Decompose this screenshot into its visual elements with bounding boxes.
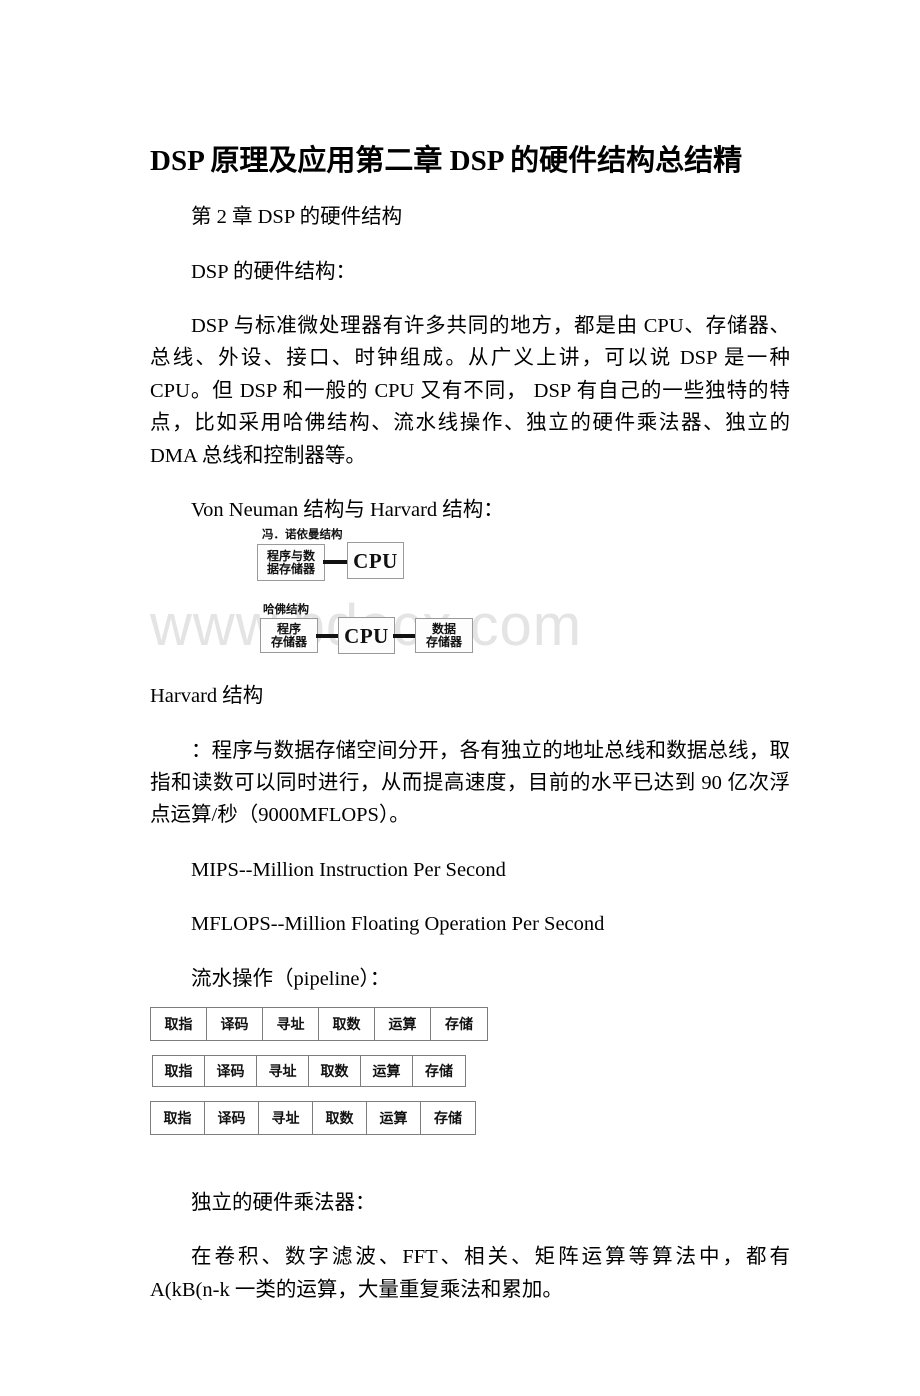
pipeline-stage-cell: 寻址 bbox=[259, 1101, 313, 1134]
von-neumann-bus-line bbox=[323, 560, 349, 565]
von-neumann-memory-box: 程序与数 据存储器 bbox=[257, 544, 325, 582]
pipeline-heading: 流水操作（pipeline）： bbox=[191, 967, 391, 990]
section-heading-von-neumann-harvard: Von Neuman 结构与 Harvard 结构： bbox=[191, 498, 504, 521]
von-neumann-cpu-box: CPU bbox=[347, 542, 404, 580]
pipeline-stage-cell: 取指 bbox=[151, 1101, 205, 1134]
document-content: DSP 原理及应用第二章 DSP 的硬件结构总结精 第 2 章 DSP 的硬件结… bbox=[150, 0, 790, 1396]
pipeline-stage-cell: 取指 bbox=[151, 1007, 207, 1040]
pipeline-stage-cell: 译码 bbox=[205, 1101, 259, 1134]
pipeline-stage-cell: 取数 bbox=[309, 1055, 361, 1086]
architecture-figure: 冯．诺依曼结构 程序与数 据存储器 CPU 哈佛结构 程序 存储器 CPU 数据… bbox=[150, 526, 790, 674]
harvard-caption: 哈佛结构 bbox=[263, 602, 309, 617]
von-neumann-caption: 冯．诺依曼结构 bbox=[262, 527, 343, 542]
mflops-definition: MFLOPS--Million Floating Operation Per S… bbox=[191, 913, 605, 936]
pipeline-stage-cell: 译码 bbox=[205, 1055, 257, 1086]
pipeline-row: 取指 译码 寻址 取数 运算 存储 bbox=[150, 1100, 476, 1135]
von-neumann-memory-line-2: 据存储器 bbox=[266, 561, 315, 576]
pipeline-stage-cell: 寻址 bbox=[257, 1055, 309, 1086]
harvard-program-memory-line-2: 存储器 bbox=[270, 634, 307, 649]
harvard-program-bus-line bbox=[316, 634, 340, 639]
harvard-program-memory-box: 程序 存储器 bbox=[260, 618, 318, 654]
pipeline-stage-cell: 取数 bbox=[313, 1101, 367, 1134]
pipeline-stage-cell: 取指 bbox=[153, 1055, 205, 1086]
harvard-data-bus-line bbox=[393, 634, 417, 639]
chapter-heading: 第 2 章 DSP 的硬件结构 bbox=[191, 206, 403, 229]
paragraph-harvard-structure: ：程序与数据存储空间分开，各有独立的地址总线和数据总线，取指和读数可以同时进行，… bbox=[150, 739, 790, 827]
harvard-data-memory-box: 数据 存储器 bbox=[415, 618, 473, 654]
multiplier-heading: 独立的硬件乘法器： bbox=[191, 1191, 376, 1214]
pipeline-stage-cell: 取数 bbox=[319, 1007, 375, 1040]
pipeline-stage-cell: 译码 bbox=[207, 1007, 263, 1040]
pipeline-stage-cell: 运算 bbox=[367, 1101, 421, 1134]
harvard-data-memory-line-1: 数据 bbox=[431, 622, 456, 637]
paragraph-multiplier: 在卷积、数字滤波、FFT、相关、矩阵运算等算法中，都有 A(kB(n-k 一类的… bbox=[150, 1246, 790, 1301]
mips-definition: MIPS--Million Instruction Per Second bbox=[191, 858, 506, 881]
harvard-program-memory-line-1: 程序 bbox=[276, 622, 301, 637]
paragraph-hardware-structure: DSP 与标准微处理器有许多共同的地方，都是由 CPU、存储器、总线、外设、接口… bbox=[150, 315, 790, 467]
section-heading-hardware-structure: DSP 的硬件结构： bbox=[191, 260, 356, 283]
pipeline-figure: 取指 译码 寻址 取数 运算 存储 取指 译码 寻址 取数 运算 存储 取指 译码 寻址 取数 运算 存储 bbox=[150, 995, 790, 1161]
document-page: www.bdocx.com DSP 原理及应用第二章 DSP 的硬件结构总结精 … bbox=[0, 0, 920, 1302]
harvard-data-memory-line-2: 存储器 bbox=[425, 634, 462, 649]
pipeline-stage-cell: 存储 bbox=[445, 1016, 473, 1033]
pipeline-stage-cell: 寻址 bbox=[263, 1007, 319, 1040]
page-title: DSP 原理及应用第二章 DSP 的硬件结构总结精 bbox=[150, 145, 743, 177]
pipeline-row: 取指 译码 寻址 取数 运算 存储 bbox=[152, 1054, 466, 1087]
pipeline-stage-cell: 运算 bbox=[361, 1055, 413, 1086]
pipeline-row: 取指 译码 寻址 取数 运算 存储 bbox=[150, 1006, 488, 1041]
pipeline-stage-cell: 存储 bbox=[434, 1110, 462, 1127]
harvard-cpu-box: CPU bbox=[338, 617, 395, 655]
von-neumann-memory-line-1: 程序与数 bbox=[266, 549, 315, 564]
harvard-structure-label: Harvard 结构 bbox=[150, 685, 264, 708]
pipeline-stage-cell: 运算 bbox=[375, 1007, 431, 1040]
pipeline-stage-cell: 存储 bbox=[425, 1063, 453, 1080]
page-bottom-spacer bbox=[150, 1306, 790, 1396]
